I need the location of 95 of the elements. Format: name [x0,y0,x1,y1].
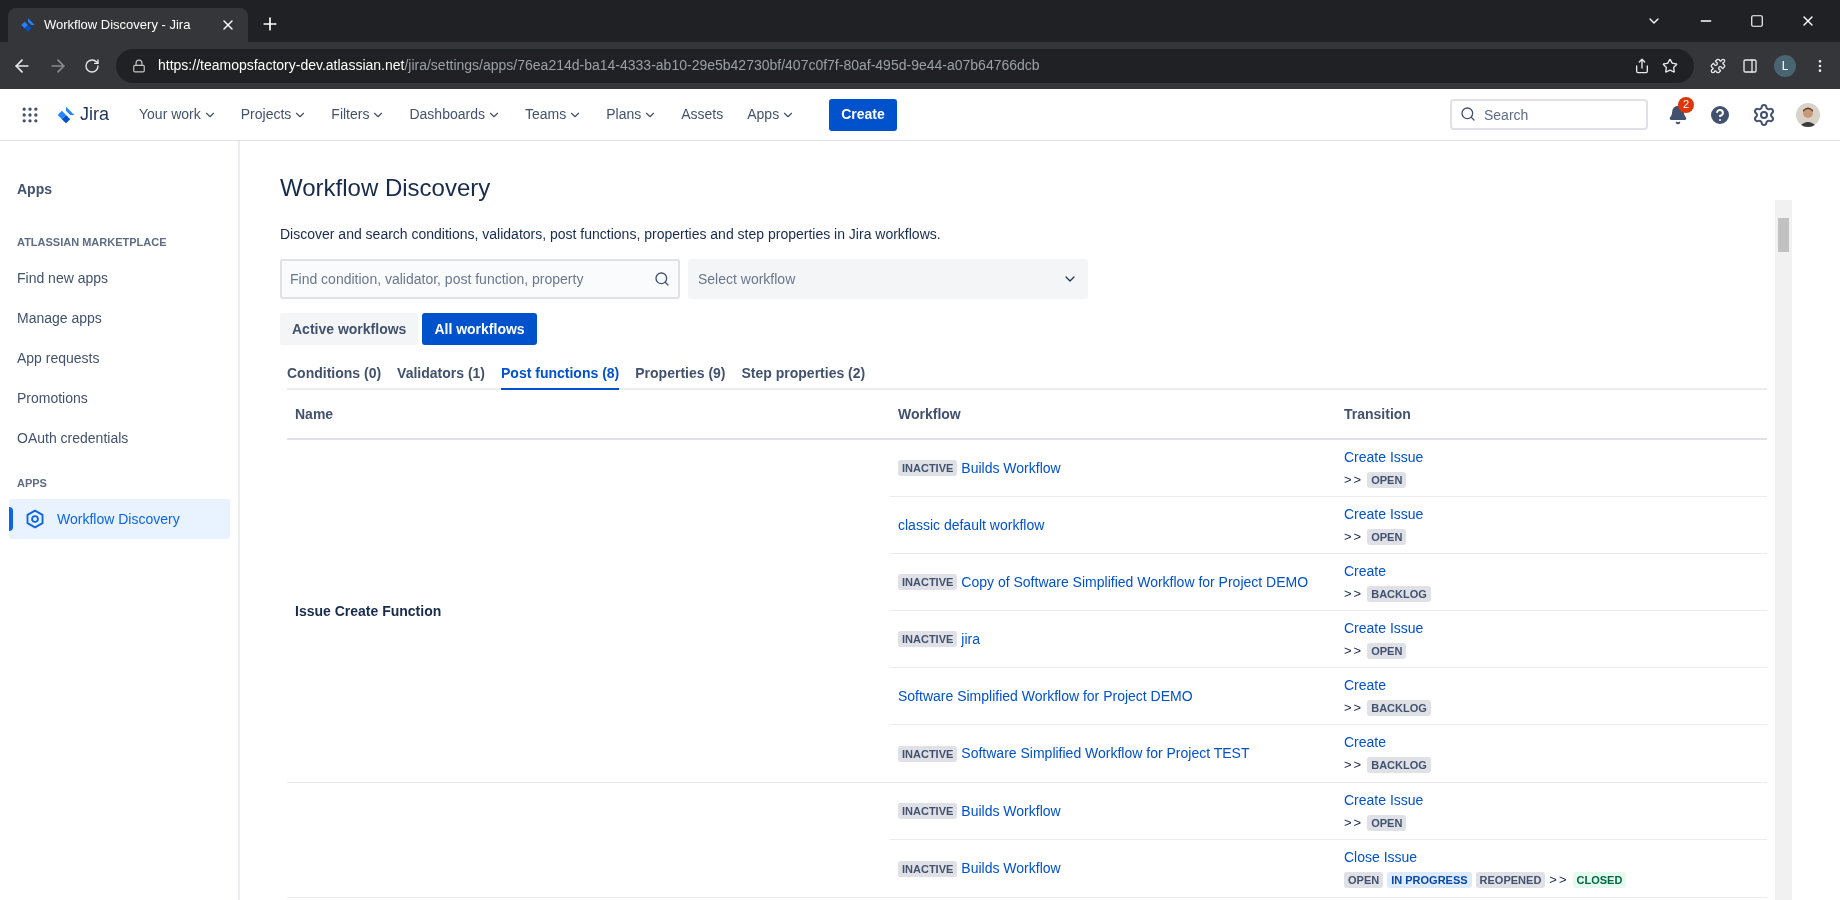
search-icon [1460,106,1476,122]
nav-menu-item[interactable]: Filters [321,98,396,131]
status-lozenge: BACKLOG [1367,585,1431,602]
search-icon [654,271,670,287]
search-field[interactable]: Search [1450,99,1648,130]
arrow-text: >> [1344,813,1364,832]
workflow-link[interactable]: Builds Workflow [961,858,1061,879]
sidebar-item[interactable]: Promotions [9,378,230,419]
tab[interactable]: Step properties (2) [741,363,866,390]
arrow-text: >> [1344,527,1364,546]
status-lozenge: INACTIVE [898,574,958,590]
status-lozenge: INACTIVE [898,745,958,762]
nav-menu-item[interactable]: Your work [129,98,227,131]
workflow-link[interactable]: classic default workflow [898,514,1045,536]
status-lozenge: OPEN [1367,642,1407,659]
share-icon[interactable] [1634,57,1650,74]
nav-menu-item[interactable]: Apps [737,98,806,131]
settings-icon[interactable] [1752,102,1776,127]
nav-menu-item[interactable]: Projects [230,98,318,131]
transition-link[interactable]: Create [1344,674,1387,696]
sidebar-item[interactable]: Manage apps [9,298,230,339]
scrollbar[interactable] [1775,200,1792,900]
tab[interactable]: Post functions (8) [501,363,620,390]
jira-logo-icon [56,104,76,125]
arrow-text: >> [1344,698,1364,717]
url-text: https://teamopsfactory-dev.atlassian.net/jira/settings/apps/76ea214d-ba14-4333-ab10-29e5b42730bf/407c0f7f-80af-495d-9e44-a07b64766dcb [158,56,1041,75]
find-search-field[interactable]: Find condition, validator, post function, property [280,259,680,299]
notification-count-badge: 2 [1678,96,1694,113]
workflow-link[interactable]: Software Simplified Workflow for Project DEMO [898,685,1193,707]
workflow-link[interactable]: Builds Workflow [961,800,1061,822]
sidebar-item[interactable]: App requests [9,338,230,379]
status-lozenge: INACTIVE [898,860,958,877]
workflow-filter-button[interactable]: Active workflows [280,313,419,345]
profile-avatar[interactable]: L [1774,54,1796,77]
bookmark-star-icon[interactable] [1662,57,1678,74]
page-title: Workflow Discovery [280,173,492,203]
nav-menu-item[interactable]: Plans [596,98,668,131]
jira-home-link[interactable]: Jira [56,101,109,128]
transition-link[interactable]: Create Issue [1344,617,1424,639]
status-lozenge: INACTIVE [898,460,958,476]
nav-menu-item[interactable]: Teams [514,98,593,131]
sidebar-title: Apps [16,180,53,199]
status-lozenge: BACKLOG [1367,757,1431,773]
arrow-text: >> [1344,584,1364,603]
tab[interactable]: Conditions (0) [287,363,382,390]
transition-link[interactable]: Create Issue [1344,446,1424,468]
transition-link[interactable]: Create [1344,560,1387,582]
workflow-filter-button[interactable]: All workflows [422,313,537,345]
status-lozenge: CLOSED [1572,872,1627,888]
status-lozenge: IN PROGRESS [1387,872,1472,888]
status-lozenge: OPEN [1344,872,1384,888]
side-panel-icon[interactable] [1742,57,1758,74]
status-lozenge: INACTIVE [898,631,958,647]
workflow-link[interactable]: Copy of Software Simplified Workflow for Project DEMO [961,571,1309,593]
column-header: Transition [1343,404,1412,424]
tab[interactable]: Properties (9) [635,363,726,390]
transition-link[interactable]: Create Issue [1344,503,1424,525]
sidebar-item[interactable]: Workflow Discovery [9,499,230,539]
extensions-icon[interactable] [1710,57,1726,74]
status-lozenge: OPEN [1367,471,1407,488]
sidebar-item[interactable]: Find new apps [9,258,230,299]
status-lozenge: BACKLOG [1367,699,1431,716]
nav-menu-item[interactable]: Dashboards [399,98,511,131]
transition-link[interactable]: Create Issue [1344,789,1424,811]
function-name: Issue Create Function [295,601,442,621]
status-lozenge: REOPENED [1475,872,1546,888]
reload-icon[interactable] [84,57,100,74]
section-heading: APPS [16,475,48,491]
create-button[interactable]: Create [829,98,897,131]
workflow-link[interactable]: Builds Workflow [961,457,1061,479]
jira-logo-icon [20,17,36,33]
section-heading: ATLASSIAN MARKETPLACE [16,235,168,250]
column-header: Workflow [897,404,962,424]
nav-menu-item[interactable]: Assets [671,98,734,131]
arrow-text: >> [1344,756,1364,775]
arrow-text: >> [1344,470,1364,489]
browser-tab[interactable]: Workflow Discovery - Jira [8,8,248,42]
arrow-text: >> [1549,871,1569,890]
tab[interactable]: Validators (1) [397,363,486,390]
status-lozenge: OPEN [1367,814,1407,831]
arrow-text: >> [1344,641,1364,660]
workflow-select[interactable]: Select workflow [688,259,1088,299]
transition-link[interactable]: Close Issue [1344,847,1418,869]
workflow-link[interactable]: jira [961,628,980,650]
page-description: Discover and search conditions, validators, post functions, properties and step properties in Jira workflows. [280,225,942,244]
maximize-icon[interactable] [1750,14,1764,28]
lock-icon [132,58,146,73]
tab-title: Workflow Discovery - Jira [44,16,192,35]
status-lozenge: INACTIVE [898,803,958,819]
workflow-link[interactable]: Software Simplified Workflow for Project TEST [961,743,1250,764]
address-bar[interactable]: https://teamopsfactory-dev.atlassian.net/jira/settings/apps/76ea214d-ba14-4333-ab10-29e5b42730bf/407c0f7f-80af-495d-9e44-a07b64766dcb [116,48,1694,83]
status-lozenge: OPEN [1367,528,1407,545]
column-header: Name [294,404,335,424]
transition-link[interactable]: Create [1344,732,1387,754]
sidebar-item[interactable]: OAuth credentials [9,418,230,459]
